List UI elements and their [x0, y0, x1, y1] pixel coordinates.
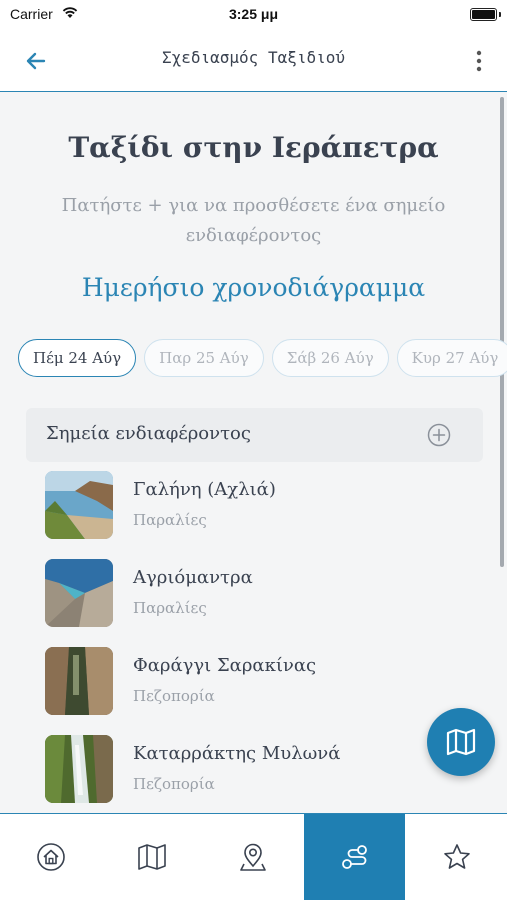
- poi-name: Καταρράκτης Μυλωνά: [133, 743, 341, 764]
- home-icon: [37, 843, 65, 871]
- location-pin-icon: [240, 843, 266, 871]
- poi-thumbnail: [45, 471, 113, 539]
- poi-section-label: Σημεία ενδιαφέροντος: [46, 423, 251, 444]
- map-icon: [446, 728, 476, 756]
- list-item[interactable]: Αγριόμαντρα Παραλίες: [0, 559, 507, 647]
- tab-places[interactable]: [202, 814, 303, 900]
- more-vertical-icon[interactable]: [469, 47, 489, 75]
- tab-trip-planner[interactable]: [304, 814, 405, 900]
- battery-icon: [470, 8, 497, 21]
- tab-favorites[interactable]: [406, 814, 507, 900]
- status-time: 3:25 μμ: [228, 6, 279, 22]
- poi-section-header: Σημεία ενδιαφέροντος: [26, 408, 483, 462]
- poi-name: Φαράγγι Σαρακίνας: [133, 655, 317, 676]
- poi-thumbnail: [45, 559, 113, 627]
- poi-name: Αγριόμαντρα: [133, 567, 253, 588]
- poi-thumbnail: [45, 735, 113, 803]
- main-content[interactable]: Ταξίδι στην Ιεράπετρα Πατήστε + για να π…: [0, 93, 507, 813]
- tab-home[interactable]: [0, 814, 101, 900]
- poi-category: Πεζοπορία: [133, 687, 215, 705]
- poi-category: Παραλίες: [133, 511, 207, 529]
- list-item[interactable]: Φαράγγι Σαρακίνας Πεζοπορία: [0, 647, 507, 735]
- plus-circle-icon[interactable]: [427, 423, 451, 447]
- poi-category: Πεζοπορία: [133, 775, 215, 793]
- day-tab[interactable]: Κυρ 27 Αύγ: [396, 339, 507, 377]
- tab-map[interactable]: [101, 814, 202, 900]
- map-icon: [138, 844, 166, 870]
- trip-hint: Πατήστε + για να προσθέσετε ένα σημείο ε…: [61, 195, 446, 246]
- route-icon: [342, 845, 367, 869]
- poi-category: Παραλίες: [133, 599, 207, 617]
- trip-title: Ταξίδι στην Ιεράπετρα: [68, 131, 439, 164]
- status-bar: Carrier 3:25 μμ: [0, 0, 507, 30]
- day-tab[interactable]: Πέμ 24 Αύγ: [18, 339, 137, 377]
- schedule-title: Ημερήσιο χρονοδιάγραμμα: [81, 273, 426, 302]
- battery-tip: [499, 12, 501, 17]
- poi-thumbnail: [45, 647, 113, 715]
- page-title: Σχεδιασμός Ταξιδιού: [161, 48, 346, 67]
- map-fab-button[interactable]: [427, 708, 495, 776]
- star-icon: [444, 844, 470, 869]
- day-tabs[interactable]: Πέμ 24 Αύγ Παρ 25 Αύγ Σάβ 26 Αύγ Κυρ 27 Αύγ: [18, 339, 507, 379]
- day-tab[interactable]: Παρ 25 Αύγ: [144, 339, 264, 377]
- poi-name: Γαλήνη (Αχλιά): [133, 479, 276, 500]
- list-item[interactable]: Γαλήνη (Αχλιά) Παραλίες: [0, 471, 507, 559]
- day-tab[interactable]: Σάβ 26 Αύγ: [271, 339, 389, 377]
- poi-list: Γαλήνη (Αχλιά) Παραλίες Αγριόμαντρα Παρα…: [0, 471, 507, 813]
- nav-bar: Σχεδιασμός Ταξιδιού: [0, 30, 507, 92]
- tab-bar: [0, 813, 507, 900]
